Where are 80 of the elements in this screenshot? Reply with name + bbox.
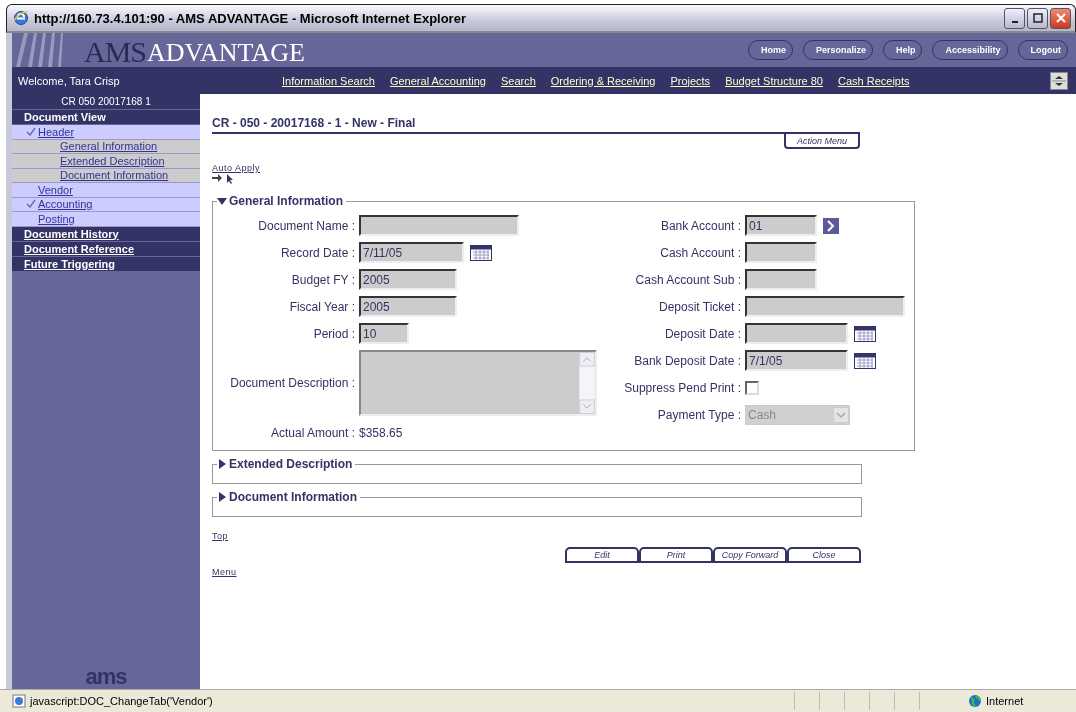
nav-link[interactable]: Search (500, 74, 536, 87)
input-field[interactable] (359, 215, 519, 236)
section-title: Document Information (229, 490, 357, 504)
menu-link[interactable]: Menu (212, 567, 237, 577)
logo-text: ADVANTAGE (147, 40, 305, 67)
nav-link[interactable]: Cash Receipts (837, 74, 910, 87)
sidebar-subitem[interactable]: Extended Description (12, 154, 200, 169)
field-label: Document Name : (257, 218, 355, 233)
field-label: Record Date : (279, 245, 355, 260)
field-label: Payment Type : (656, 407, 741, 422)
calendar-icon[interactable] (854, 325, 876, 342)
nav-link[interactable]: Information Search (282, 74, 375, 87)
sidebar-item[interactable]: Posting (12, 212, 200, 227)
field-label: Deposit Date : (663, 326, 741, 341)
section-title: General Information (229, 194, 344, 208)
collapsed-icon[interactable] (217, 459, 227, 469)
sidebar-item[interactable]: Vendor (12, 183, 200, 198)
nav-link[interactable]: Projects (670, 74, 711, 87)
checkbox[interactable] (745, 380, 759, 395)
action-button[interactable]: Close (787, 547, 861, 563)
field-label: Fiscal Year : (288, 299, 355, 314)
input-field[interactable]: 2005 (359, 269, 457, 290)
field-label: Budget FY : (290, 272, 355, 287)
document-id: CR 050 20017168 1 (12, 94, 200, 110)
close-icon (1055, 13, 1066, 23)
window-title: http://160.73.4.101:90 - AMS ADVANTAGE - Microsoft Internet Explorer (34, 10, 467, 26)
action-button[interactable]: Edit (565, 547, 639, 563)
close-button[interactable] (1050, 7, 1071, 29)
expanded-icon[interactable] (217, 196, 227, 206)
collapse-icon[interactable] (1050, 71, 1068, 90)
input-field[interactable]: 7/11/05 (359, 242, 464, 263)
minimize-icon (1011, 20, 1018, 23)
nav-link[interactable]: General Accounting (389, 74, 486, 87)
caret-icon (833, 406, 849, 423)
calendar-icon[interactable] (470, 244, 492, 261)
description-field[interactable] (359, 350, 597, 416)
field-label: Actual Amount : (269, 425, 355, 440)
top-link[interactable]: Top (212, 531, 228, 541)
action-menu-button[interactable]: Action Menu (784, 133, 860, 149)
section-title: Extended Description (229, 457, 353, 471)
nav-link[interactable]: Ordering & Receiving (550, 74, 656, 87)
input-field[interactable]: 10 (359, 323, 409, 344)
cursor-icon[interactable] (226, 174, 234, 184)
field-label: Deposit Ticket : (657, 299, 741, 314)
field-label: Bank Deposit Date : (633, 353, 741, 368)
collapsed-icon[interactable] (217, 492, 227, 502)
minimize-button[interactable] (1004, 7, 1025, 29)
input-field[interactable] (745, 242, 817, 263)
action-button[interactable]: Copy Forward (713, 547, 787, 563)
logo-text: AMS (84, 37, 147, 67)
browser-icon (13, 10, 29, 26)
page-icon (12, 694, 26, 708)
field-label: Suppress Pend Print : (623, 380, 741, 395)
input-field[interactable] (745, 269, 817, 290)
globe-icon (968, 694, 982, 708)
scrollbar[interactable] (579, 352, 595, 414)
maximize-button[interactable] (1027, 7, 1048, 29)
arrow-icon[interactable] (212, 174, 222, 182)
welcome-text: Welcome, Tara Crisp (18, 74, 121, 87)
lookup-icon[interactable] (823, 217, 839, 234)
input-field[interactable]: 2005 (359, 296, 457, 317)
amount-value: $358.65 (359, 425, 403, 440)
sidebar-item[interactable]: Header (12, 125, 200, 140)
input-field[interactable] (745, 296, 905, 317)
field-label: Document Description : (229, 376, 355, 390)
input-field[interactable]: 7/1/05 (745, 350, 848, 371)
maximize-icon (1032, 13, 1043, 23)
action-button[interactable]: Print (639, 547, 713, 563)
field-label: Cash Account Sub : (634, 272, 741, 287)
status-text: javascript:DOC_ChangeTab('Vendor') (30, 695, 214, 707)
calendar-icon[interactable] (854, 352, 876, 369)
field-label: Cash Account : (659, 245, 741, 260)
zone-text: Internet (986, 695, 1025, 707)
input-field[interactable]: 01 (745, 215, 817, 236)
field-label: Period : (312, 326, 355, 341)
auto-apply-link[interactable]: Auto Apply (212, 163, 261, 173)
field-label: Bank Account : (659, 218, 741, 233)
nav-link[interactable]: Budget Structure 80 (725, 74, 823, 87)
sidebar-section[interactable]: Document View (12, 110, 200, 125)
input-field[interactable] (745, 323, 848, 344)
